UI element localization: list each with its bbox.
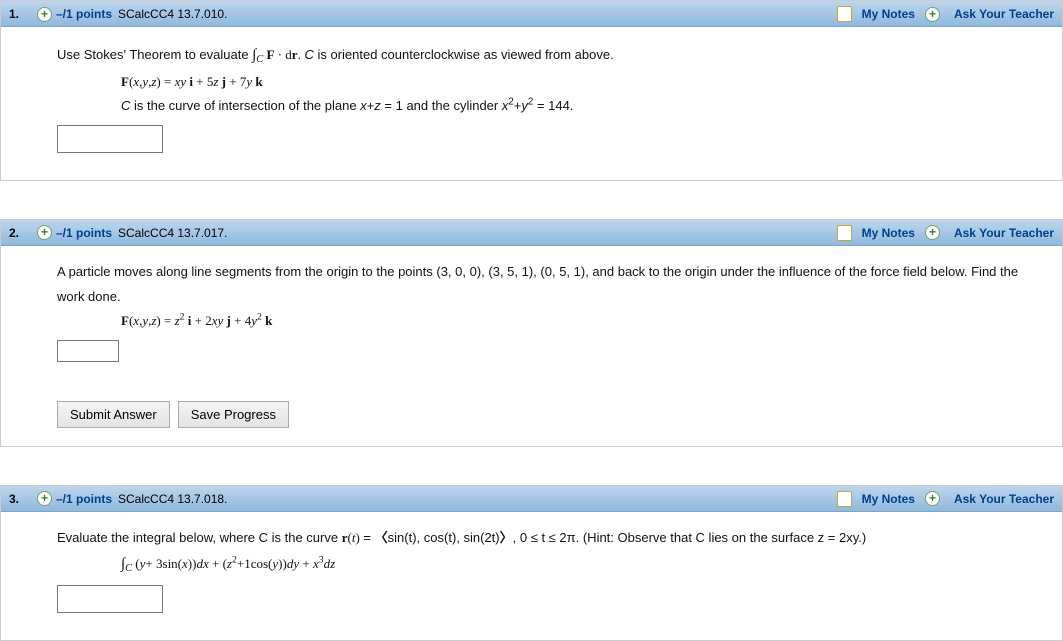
question-header: 3. + –/1 points SCalcCC4 13.7.018. My No… [1,486,1062,512]
prompt-line: Evaluate the integral below, where C is … [57,526,1032,551]
expand-icon[interactable]: + [37,491,52,506]
answer-row [57,334,1032,371]
integral-expression: ∫C (y+ 3sin(x))dx + (z2+1cos(y))dy + x3d… [57,550,1032,579]
answer-row [57,579,1032,622]
plus-icon[interactable]: + [925,225,940,240]
plus-icon[interactable]: + [925,7,940,22]
answer-input[interactable] [57,340,119,362]
prompt-line: Use Stokes' Theorem to evaluate ∫C F · d… [57,41,1032,70]
save-button[interactable]: Save Progress [178,401,289,428]
vector-field: F(x,y,z) = z2 i + 2xy j + 4y2 k [57,309,1032,334]
question-id: SCalcCC4 13.7.010. [118,7,227,21]
question-body: Use Stokes' Theorem to evaluate ∫C F · d… [1,27,1062,180]
my-notes-link[interactable]: My Notes [862,226,915,240]
ask-teacher-link[interactable]: Ask Your Teacher [954,492,1054,506]
prompt-line: A particle moves along line segments fro… [57,260,1032,309]
expand-icon[interactable]: + [37,7,52,22]
question-body: Evaluate the integral below, where C is … [1,512,1062,640]
header-right: My Notes + Ask Your Teacher [837,225,1054,241]
question-header: 1. + –/1 points SCalcCC4 13.7.010. My No… [1,1,1062,27]
button-row: Submit Answer Save Progress [57,401,1032,428]
points-label: –/1 points [56,7,112,21]
plus-icon[interactable]: + [925,491,940,506]
points-label: –/1 points [56,492,112,506]
question-number: 2. [9,226,23,240]
question-header: 2. + –/1 points SCalcCC4 13.7.017. My No… [1,220,1062,246]
ask-teacher-link[interactable]: Ask Your Teacher [954,226,1054,240]
ask-teacher-link[interactable]: Ask Your Teacher [954,7,1054,21]
question-body: A particle moves along line segments fro… [1,246,1062,446]
question-id: SCalcCC4 13.7.017. [118,226,227,240]
submit-button[interactable]: Submit Answer [57,401,170,428]
note-icon[interactable] [837,491,852,507]
answer-input[interactable] [57,585,163,613]
header-right: My Notes + Ask Your Teacher [837,6,1054,22]
points-label: –/1 points [56,226,112,240]
my-notes-link[interactable]: My Notes [862,7,915,21]
answer-input[interactable] [57,125,163,153]
question-id: SCalcCC4 13.7.018. [118,492,227,506]
note-icon[interactable] [837,225,852,241]
my-notes-link[interactable]: My Notes [862,492,915,506]
expand-icon[interactable]: + [37,225,52,240]
header-right: My Notes + Ask Your Teacher [837,491,1054,507]
curve-description: C is the curve of intersection of the pl… [57,94,1032,119]
question-3: 3. + –/1 points SCalcCC4 13.7.018. My No… [0,485,1063,641]
question-2: 2. + –/1 points SCalcCC4 13.7.017. My No… [0,219,1063,447]
question-number: 3. [9,492,23,506]
answer-row [57,119,1032,162]
vector-field: F(x,y,z) = xy i + 5z j + 7y k [57,70,1032,95]
note-icon[interactable] [837,6,852,22]
question-1: 1. + –/1 points SCalcCC4 13.7.010. My No… [0,0,1063,181]
question-number: 1. [9,7,23,21]
